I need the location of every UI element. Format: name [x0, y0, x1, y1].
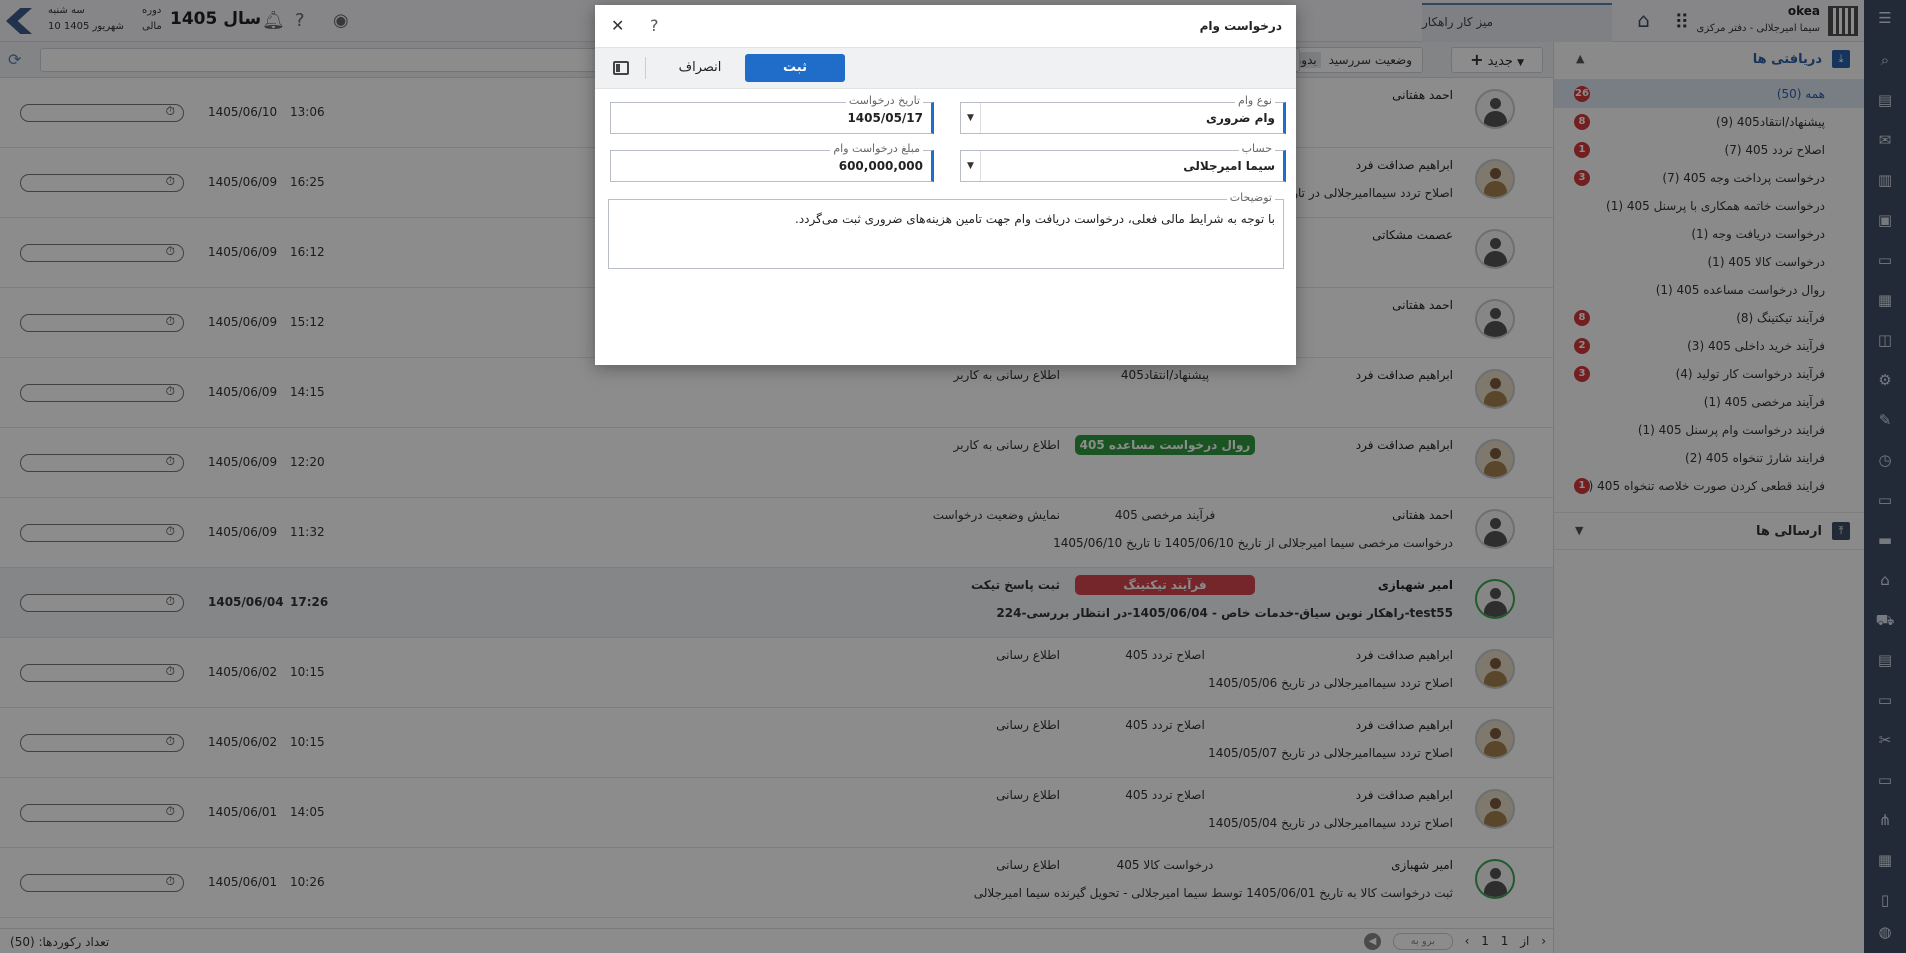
loan-type-label: نوع وام [1235, 94, 1275, 107]
submit-button[interactable]: ثبت [745, 54, 845, 82]
account-value: سیما امیرجلالی [1183, 159, 1275, 173]
toolbar-divider [645, 57, 646, 79]
loan-amount-value: 600,000,000 [838, 159, 923, 173]
loan-amount-field[interactable]: مبلغ درخواست وام 600,000,000 [610, 142, 934, 182]
dialog-title: درخواست وام [1199, 19, 1282, 33]
notes-label: توضیحات [1226, 191, 1275, 204]
dropdown-arrow-icon[interactable]: ▼ [961, 151, 981, 181]
dialog-toolbar: ثبت انصراف [595, 47, 1296, 89]
loan-type-value: وام ضروری [1206, 111, 1275, 125]
notes-textarea[interactable]: توضیحات با توجه به شرایط مالی فعلی، درخو… [608, 191, 1284, 269]
help-icon[interactable]: ? [650, 16, 659, 35]
request-date-field[interactable]: تاریخ درخواست 1405/05/17 [610, 94, 934, 134]
loan-type-select[interactable]: نوع وام وام ضروری ▼ [960, 94, 1286, 134]
cancel-button[interactable]: انصراف [665, 54, 735, 82]
loan-request-dialog: درخواست وام ? ✕ ثبت انصراف نوع وام وام ض… [595, 5, 1296, 365]
account-select[interactable]: حساب سیما امیرجلالی ▼ [960, 142, 1286, 182]
loan-amount-label: مبلغ درخواست وام [830, 142, 923, 155]
account-label: حساب [1238, 142, 1275, 155]
request-date-label: تاریخ درخواست [845, 94, 923, 107]
notes-value: با توجه به شرایط مالی فعلی، درخواست دریا… [795, 212, 1275, 226]
dialog-header: درخواست وام ? ✕ [595, 5, 1296, 47]
request-date-value: 1405/05/17 [847, 111, 923, 125]
close-icon[interactable]: ✕ [611, 16, 624, 35]
dropdown-arrow-icon[interactable]: ▼ [961, 103, 981, 133]
side-panel-icon[interactable] [613, 61, 629, 75]
